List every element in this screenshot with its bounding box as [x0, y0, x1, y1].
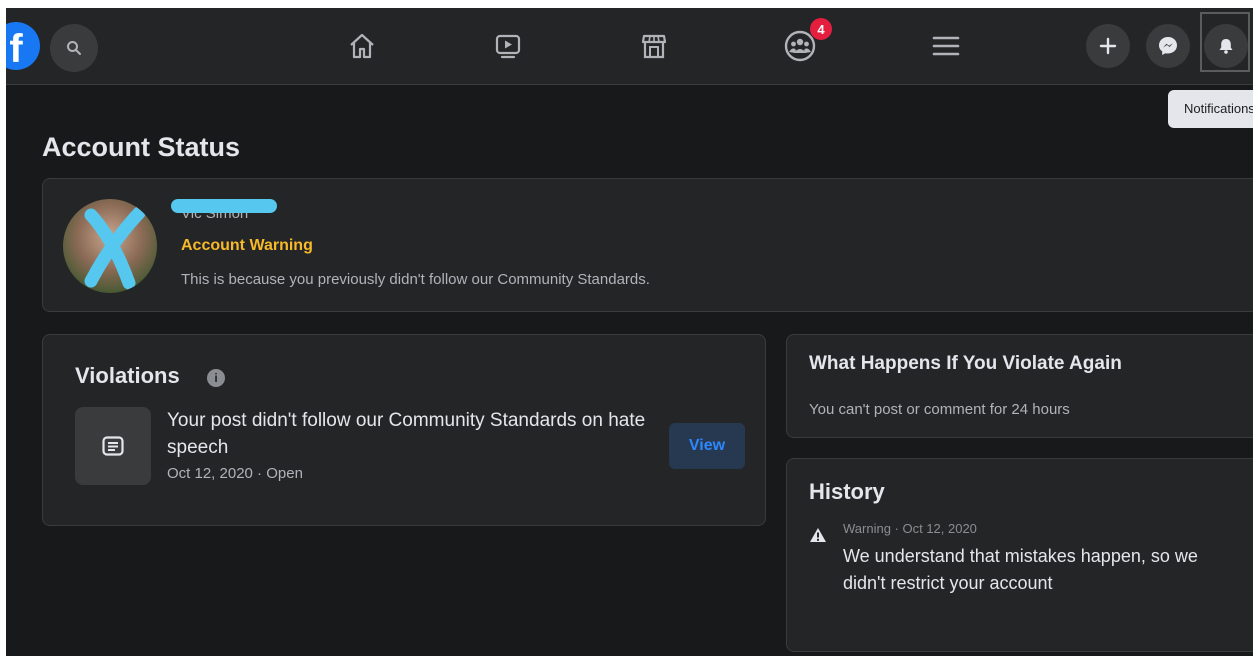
- messenger-icon: [1159, 37, 1177, 55]
- menu-icon: [932, 36, 960, 56]
- account-status-card: Vic Simon Account Warning This is becaus…: [42, 178, 1253, 312]
- marketplace-icon: [641, 34, 667, 59]
- notifications-tooltip: Notifications: [1168, 90, 1253, 128]
- groups-notification-badge: 4: [810, 18, 832, 40]
- info-icon[interactable]: i: [207, 369, 225, 387]
- nav-marketplace[interactable]: [636, 28, 672, 64]
- avatar[interactable]: [63, 199, 157, 293]
- facebook-logo[interactable]: f: [6, 22, 40, 71]
- history-heading: History: [809, 479, 885, 504]
- violation-title: Your post didn't follow our Community St…: [167, 410, 646, 458]
- home-icon: [350, 33, 374, 59]
- search-icon: [67, 41, 81, 55]
- search-button[interactable]: [50, 24, 98, 72]
- warning-triangle-icon: [810, 528, 826, 542]
- watch-icon: [495, 34, 521, 59]
- warning-reason: This is because you previously didn't fo…: [181, 271, 650, 288]
- messenger-button[interactable]: [1146, 24, 1190, 68]
- consequence-heading: What Happens If You Violate Again: [809, 353, 1122, 374]
- history-entry-text: We understand that mistakes happen, so w…: [843, 546, 1198, 593]
- history-card: History Warning · Oct 12, 2020 We unders…: [786, 458, 1253, 652]
- bell-icon: [1219, 39, 1233, 54]
- consequence-text: You can't post or comment for 24 hours: [809, 401, 1070, 418]
- notifications-button[interactable]: [1204, 24, 1248, 68]
- app-window: f 4 Notifications Account Status Vic Sim…: [6, 8, 1253, 656]
- name-redaction: [171, 199, 277, 213]
- nav-home[interactable]: [344, 28, 380, 64]
- account-warning-label: Account Warning: [181, 237, 313, 254]
- view-button[interactable]: View: [669, 423, 745, 469]
- consequence-card: What Happens If You Violate Again You ca…: [786, 334, 1253, 438]
- plus-icon: [1099, 37, 1117, 55]
- post-thumbnail: [75, 407, 151, 485]
- nav-menu[interactable]: [928, 28, 964, 64]
- top-navigation-bar: f 4: [6, 8, 1253, 85]
- violation-date-status: Oct 12, 2020 · Open: [167, 465, 303, 482]
- redaction-x-mark: [84, 206, 146, 290]
- violations-heading: Violations: [75, 363, 180, 388]
- history-entry-meta: Warning · Oct 12, 2020: [843, 521, 977, 536]
- create-button[interactable]: [1086, 24, 1130, 68]
- violations-card: Violations i Your post didn't follow our…: [42, 334, 766, 526]
- page-title: Account Status: [42, 132, 241, 162]
- post-icon: [102, 436, 124, 456]
- nav-watch[interactable]: [490, 28, 526, 64]
